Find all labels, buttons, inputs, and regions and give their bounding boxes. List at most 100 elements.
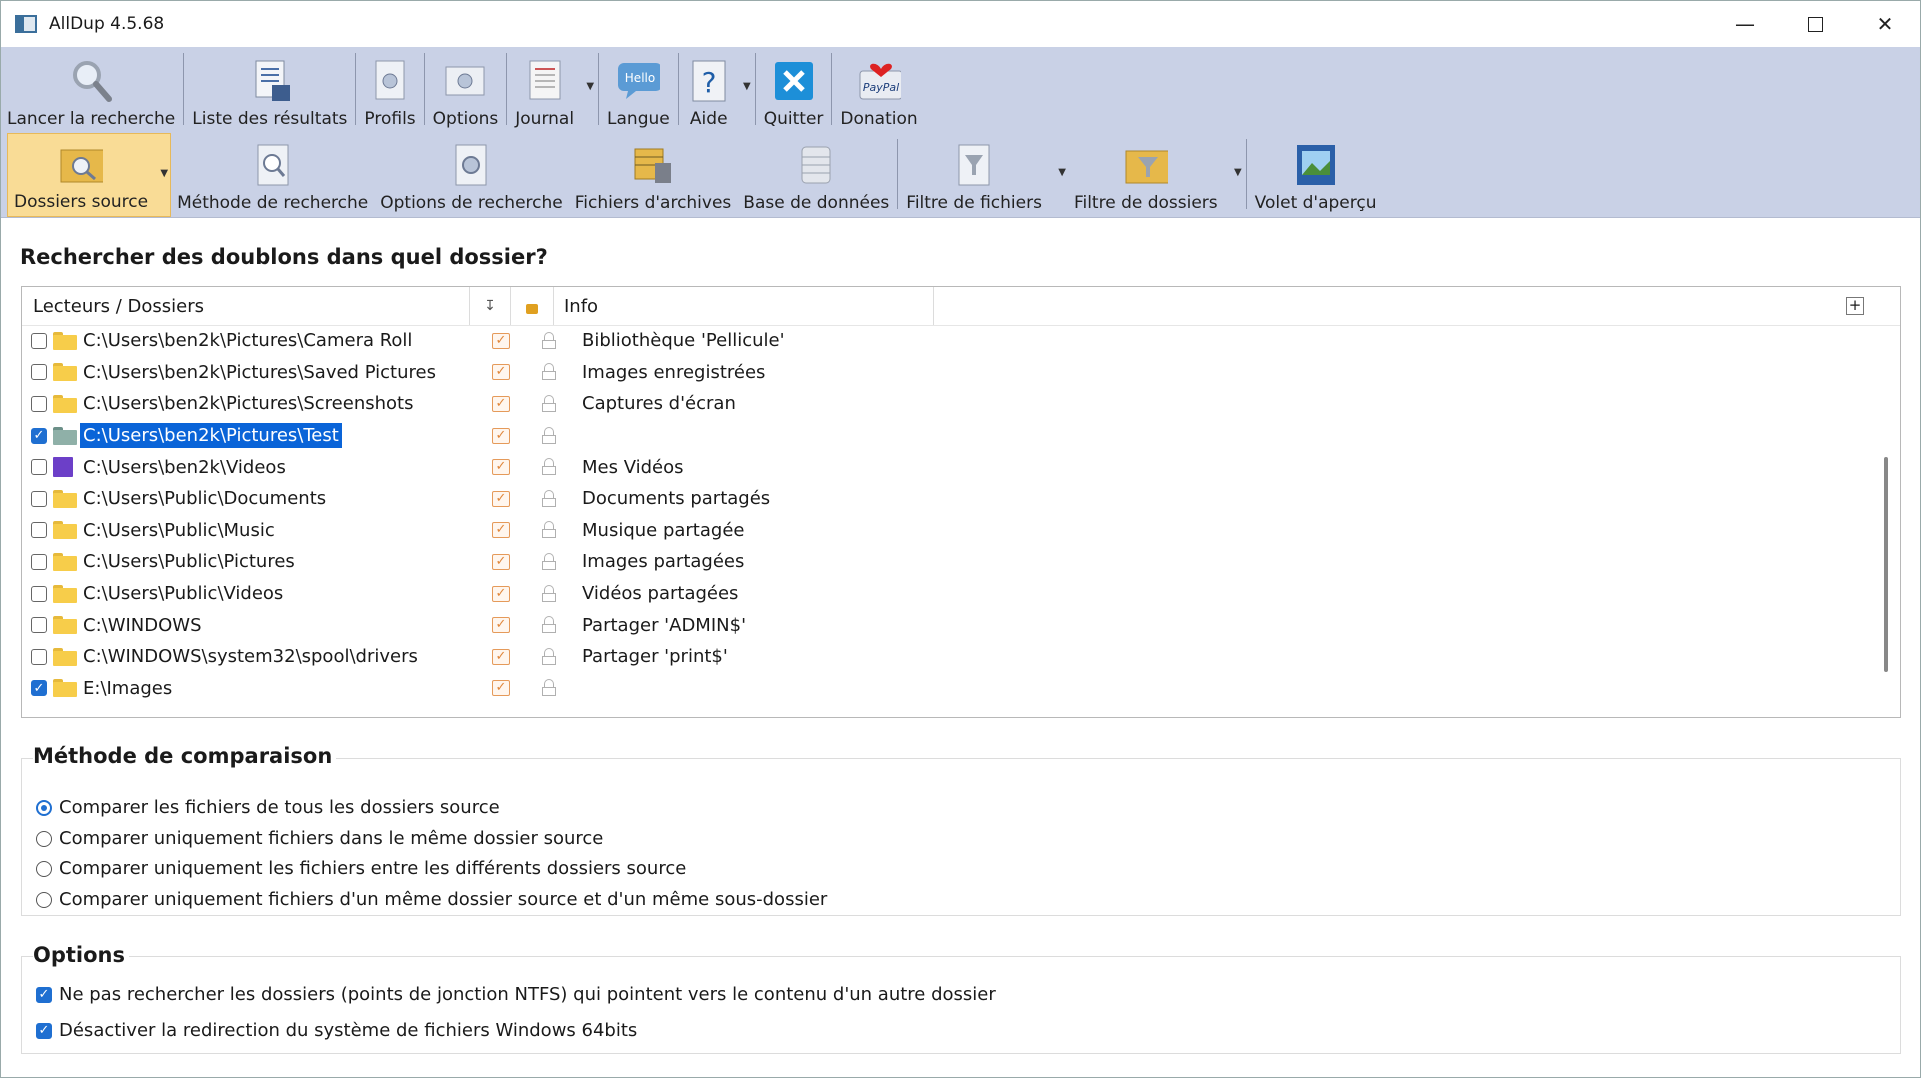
table-row[interactable]: C:\Users\Public\Videos ✓ Vidéos partagées	[22, 578, 1900, 610]
include-subfolders-checkbox[interactable]: ✓	[492, 364, 510, 381]
folder-path[interactable]: C:\Users\ben2k\Pictures\Screenshots	[80, 391, 475, 416]
table-row[interactable]: ✓ E:\Images ✓	[22, 673, 1900, 705]
row-checkbox[interactable]	[31, 648, 47, 665]
row-checkbox[interactable]	[31, 332, 47, 349]
radio-button[interactable]	[36, 860, 52, 877]
folder-path[interactable]: C:\Users\Public\Music	[80, 518, 475, 543]
include-subfolders-checkbox[interactable]: ✓	[492, 553, 510, 570]
folder-path[interactable]: C:\Users\Public\Videos	[80, 581, 475, 606]
tab-search-method[interactable]: Méthode de recherche	[171, 133, 374, 217]
source-folders-dropdown-icon[interactable]: ▼	[160, 168, 168, 179]
include-subfolders-checkbox[interactable]: ✓	[492, 648, 510, 665]
folder-path[interactable]: C:\Users\ben2k\Videos	[80, 455, 475, 480]
row-checkbox[interactable]	[31, 490, 47, 507]
folder-path[interactable]: C:\Users\ben2k\Pictures\Camera Roll	[80, 328, 475, 353]
include-subfolders-checkbox[interactable]: ✓	[492, 680, 510, 697]
row-checkbox[interactable]	[31, 522, 47, 539]
include-subfolders-checkbox[interactable]: ✓	[492, 395, 510, 412]
row-checkbox[interactable]	[31, 617, 47, 634]
column-header-folders[interactable]: Lecteurs / Dossiers	[22, 287, 470, 325]
column-header-info[interactable]: Info	[554, 287, 934, 325]
folder-filter-dropdown-icon[interactable]: ▼	[1234, 167, 1242, 178]
lock-icon[interactable]	[542, 363, 556, 381]
tab-database[interactable]: Base de données	[737, 133, 895, 217]
add-folder-button[interactable]: +	[1846, 297, 1864, 315]
maximize-button[interactable]	[1780, 1, 1850, 47]
lock-icon[interactable]	[542, 394, 556, 413]
start-search-button[interactable]: Lancer la recherche	[1, 47, 181, 133]
lock-icon[interactable]	[542, 552, 556, 571]
radio-button[interactable]	[36, 830, 52, 847]
include-subfolders-checkbox[interactable]: ✓	[492, 459, 510, 476]
help-button[interactable]: ? Aide ▼	[681, 47, 753, 133]
donation-button[interactable]: PayPal Donation	[834, 47, 923, 133]
include-subfolders-checkbox[interactable]: ✓	[492, 585, 510, 602]
checkbox[interactable]: ✓	[36, 1022, 52, 1039]
option-ntfs-junctions[interactable]: ✓ Ne pas rechercher les dossiers (points …	[36, 984, 996, 1005]
table-row[interactable]: C:\WINDOWS\system32\spool\drivers ✓ Partag…	[22, 641, 1900, 673]
include-subfolders-checkbox[interactable]: ✓	[492, 332, 510, 349]
folder-path[interactable]: C:\WINDOWS	[80, 613, 475, 638]
row-checkbox[interactable]: ✓	[31, 427, 47, 444]
column-header-protect[interactable]	[511, 287, 554, 325]
radio-button[interactable]	[36, 799, 52, 816]
row-checkbox[interactable]	[31, 553, 47, 570]
journal-button[interactable]: Journal ▼	[509, 47, 596, 133]
lock-icon[interactable]	[542, 521, 556, 539]
row-checkbox[interactable]: ✓	[31, 680, 47, 697]
tab-folder-filter[interactable]: Filtre de dossiers ▼	[1068, 133, 1244, 217]
row-checkbox[interactable]	[31, 364, 47, 381]
column-header-subfolders[interactable]: ↧	[470, 287, 511, 325]
lock-icon[interactable]	[542, 647, 556, 666]
help-dropdown-icon[interactable]: ▼	[743, 81, 751, 92]
option-disable-redirection[interactable]: ✓ Désactiver la redirection du système de…	[36, 1020, 637, 1041]
comparison-option-2[interactable]: Comparer uniquement fichiers dans le mêm…	[36, 828, 603, 849]
row-checkbox[interactable]	[31, 585, 47, 602]
comparison-option-4[interactable]: Comparer uniquement fichiers d'un même d…	[36, 889, 827, 910]
lock-icon[interactable]	[542, 331, 556, 350]
folder-path[interactable]: E:\Images	[80, 676, 475, 701]
include-subfolders-checkbox[interactable]: ✓	[492, 617, 510, 634]
file-filter-dropdown-icon[interactable]: ▼	[1058, 167, 1066, 178]
profiles-button[interactable]: Profils	[358, 47, 421, 133]
lock-icon[interactable]	[542, 489, 556, 508]
include-subfolders-checkbox[interactable]: ✓	[492, 490, 510, 507]
radio-button[interactable]	[36, 891, 52, 908]
tab-file-filter[interactable]: Filtre de fichiers ▼	[900, 133, 1068, 217]
folder-path[interactable]: C:\Users\Public\Documents	[80, 486, 475, 511]
options-button[interactable]: Options	[427, 47, 505, 133]
folder-path[interactable]: C:\Users\ben2k\Pictures\Saved Pictures	[80, 360, 475, 385]
lock-icon[interactable]	[542, 458, 556, 476]
row-checkbox[interactable]	[31, 459, 47, 476]
lock-icon[interactable]	[542, 679, 556, 697]
table-row[interactable]: C:\Users\ben2k\Pictures\Screenshots ✓ Capt…	[22, 388, 1900, 420]
vertical-scrollbar[interactable]	[1884, 457, 1888, 672]
language-button[interactable]: Hello Langue	[601, 47, 676, 133]
results-list-button[interactable]: Liste des résultats	[186, 47, 353, 133]
include-subfolders-checkbox[interactable]: ✓	[492, 427, 510, 444]
minimize-button[interactable]: —	[1710, 1, 1780, 47]
table-row[interactable]: ✓ C:\Users\ben2k\Pictures\Test ✓	[22, 420, 1900, 452]
comparison-option-1[interactable]: Comparer les fichiers de tous les dossie…	[36, 797, 500, 818]
table-row[interactable]: C:\WINDOWS ✓ Partager 'ADMIN$'	[22, 609, 1900, 641]
close-button[interactable]: ✕	[1850, 1, 1920, 47]
tab-source-folders[interactable]: Dossiers source ▼	[7, 133, 172, 217]
lock-icon[interactable]	[542, 616, 556, 634]
folder-list[interactable]: Lecteurs / Dossiers ↧ Info + C:\Users\be…	[21, 286, 1901, 718]
tab-preview-pane[interactable]: Volet d'aperçu	[1249, 133, 1383, 217]
journal-dropdown-icon[interactable]: ▼	[586, 81, 594, 92]
folder-path[interactable]: C:\Users\ben2k\Pictures\Test	[80, 423, 475, 449]
table-row[interactable]: C:\Users\ben2k\Pictures\Camera Roll ✓ Bibl…	[22, 325, 1900, 357]
checkbox[interactable]: ✓	[36, 986, 52, 1003]
tab-search-options[interactable]: Options de recherche	[374, 133, 569, 217]
lock-icon[interactable]	[542, 584, 556, 603]
row-checkbox[interactable]	[31, 395, 47, 412]
include-subfolders-checkbox[interactable]: ✓	[492, 522, 510, 539]
folder-path[interactable]: C:\WINDOWS\system32\spool\drivers	[80, 644, 475, 669]
table-row[interactable]: C:\Users\ben2k\Videos ✓ Mes Vidéos	[22, 451, 1900, 483]
tab-archive-files[interactable]: Fichiers d'archives	[569, 133, 738, 217]
table-row[interactable]: C:\Users\Public\Documents ✓ Documents part…	[22, 483, 1900, 515]
table-row[interactable]: C:\Users\Public\Pictures ✓ Images partagée…	[22, 546, 1900, 578]
table-row[interactable]: C:\Users\ben2k\Pictures\Saved Pictures ✓ I…	[22, 357, 1900, 389]
lock-icon[interactable]	[542, 426, 556, 445]
